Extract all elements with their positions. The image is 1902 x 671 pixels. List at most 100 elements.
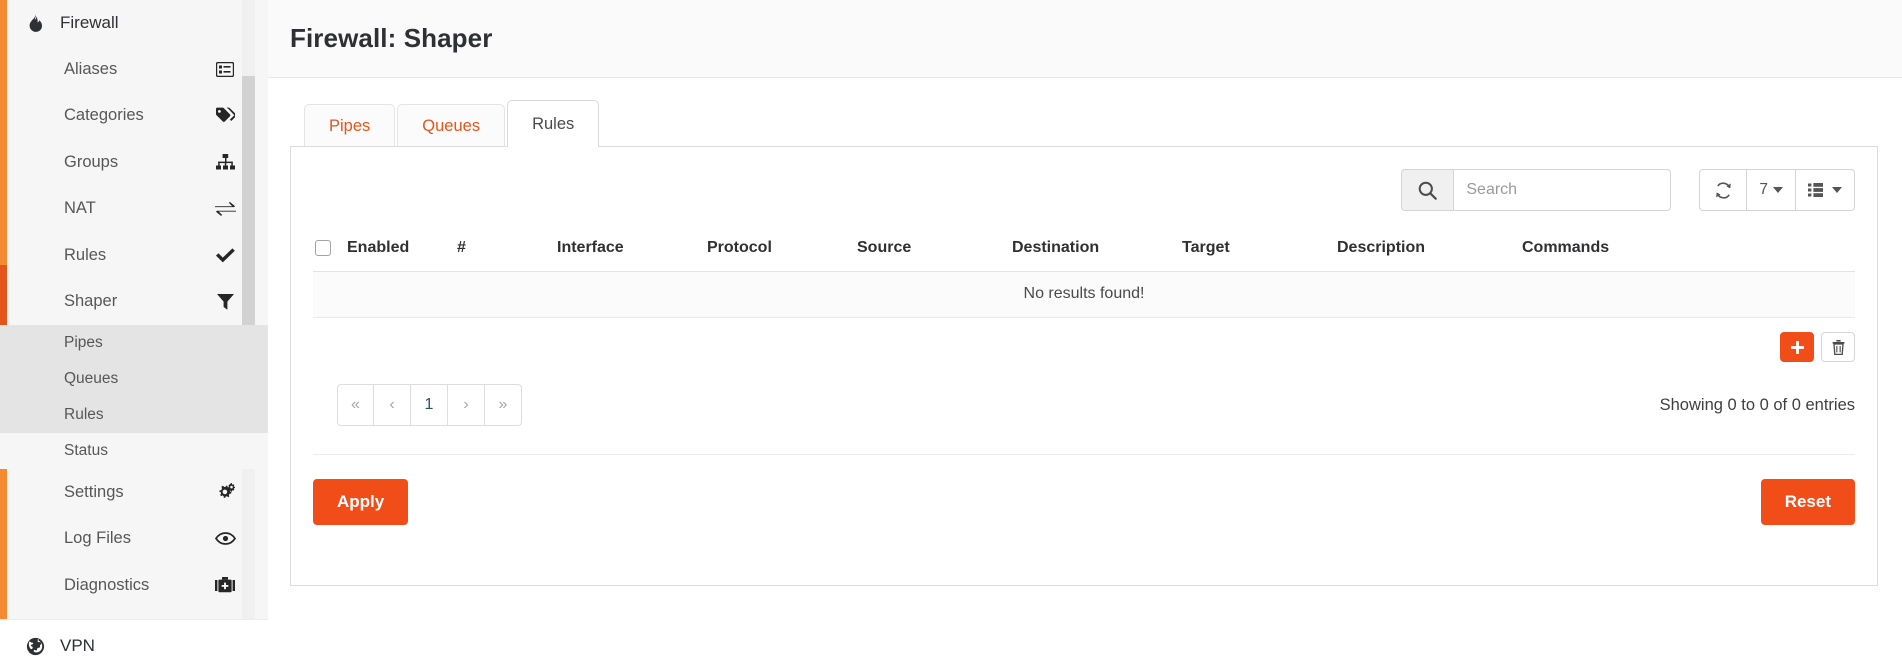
table-header-row: Enabled # Interface Protocol Source Dest… bbox=[313, 231, 1855, 272]
pagination: « ‹ 1 › » bbox=[337, 384, 522, 426]
column-visibility-dropdown[interactable] bbox=[1796, 169, 1855, 211]
delete-selected-button[interactable] bbox=[1821, 332, 1855, 362]
sidebar-subitem-label: Pipes bbox=[64, 334, 103, 352]
rules-panel: 7 bbox=[290, 146, 1878, 586]
sidebar-subitem-rules[interactable]: Rules bbox=[0, 397, 268, 433]
rules-table-head: Enabled # Interface Protocol Source Dest… bbox=[313, 231, 1855, 272]
sidebar-item-label: Groups bbox=[64, 153, 118, 172]
fire-icon bbox=[22, 12, 48, 34]
col-commands: Commands bbox=[1522, 231, 1855, 272]
tab-label: Pipes bbox=[329, 117, 370, 136]
sidebar-item-label: Rules bbox=[64, 246, 106, 265]
sidebar-item-settings[interactable]: Settings bbox=[0, 469, 268, 516]
sidebar-item-rules[interactable]: Rules bbox=[0, 232, 268, 279]
sidebar-item-label: Categories bbox=[64, 106, 144, 125]
trash-icon bbox=[1832, 340, 1845, 355]
sidebar-item-label: NAT bbox=[64, 199, 96, 218]
page-header: Firewall: Shaper bbox=[268, 0, 1902, 78]
col-description[interactable]: Description bbox=[1337, 231, 1522, 272]
tab-pipes[interactable]: Pipes bbox=[304, 104, 395, 147]
chevron-down-icon bbox=[1773, 187, 1783, 193]
footer-actions: Apply Reset bbox=[313, 455, 1855, 525]
reset-button[interactable]: Reset bbox=[1761, 479, 1855, 525]
rules-table-body: No results found! bbox=[313, 272, 1855, 318]
col-source[interactable]: Source bbox=[857, 231, 1012, 272]
tab-queues[interactable]: Queues bbox=[397, 104, 505, 147]
apply-button[interactable]: Apply bbox=[313, 479, 408, 525]
col-number[interactable]: # bbox=[457, 231, 557, 272]
sidebar-subitem-status[interactable]: Status bbox=[0, 433, 268, 469]
sidebar-subitem-label: Status bbox=[64, 442, 108, 460]
sidebar-subitem-label: Queues bbox=[64, 370, 118, 388]
sidebar-subitem-queues[interactable]: Queues bbox=[0, 361, 268, 397]
sidebar-group-vpn[interactable]: VPN bbox=[0, 620, 268, 671]
page-size-value: 7 bbox=[1759, 181, 1768, 199]
showing-entries-text: Showing 0 to 0 of 0 entries bbox=[1660, 396, 1855, 415]
content-area: Firewall: Shaper Pipes Queues Rules bbox=[268, 0, 1902, 671]
add-rule-button[interactable] bbox=[1780, 332, 1814, 362]
pagination-page-1[interactable]: 1 bbox=[411, 384, 448, 426]
refresh-icon[interactable] bbox=[1699, 169, 1747, 211]
sidebar-item-label: Diagnostics bbox=[64, 576, 149, 595]
sidebar: Firewall Aliases Categories Groups bbox=[0, 0, 268, 671]
table-controls-group: 7 bbox=[1699, 169, 1855, 211]
tab-bar: Pipes Queues Rules bbox=[290, 100, 1878, 147]
medkit-icon bbox=[214, 575, 236, 595]
sidebar-item-diagnostics[interactable]: Diagnostics bbox=[0, 562, 268, 609]
plus-icon bbox=[1791, 341, 1804, 354]
panel-wrapper: Pipes Queues Rules bbox=[268, 78, 1902, 586]
exchange-icon bbox=[214, 199, 236, 219]
app-root: Firewall Aliases Categories Groups bbox=[0, 0, 1902, 671]
sidebar-item-aliases[interactable]: Aliases bbox=[0, 46, 268, 93]
col-interface[interactable]: Interface bbox=[557, 231, 707, 272]
tab-rules[interactable]: Rules bbox=[507, 100, 599, 147]
gears-icon bbox=[214, 482, 236, 502]
empty-message: No results found! bbox=[313, 272, 1855, 318]
pagination-last[interactable]: » bbox=[485, 384, 522, 426]
sitemap-icon bbox=[214, 152, 236, 172]
search-input[interactable] bbox=[1453, 169, 1671, 211]
sidebar-item-label: Log Files bbox=[64, 529, 131, 548]
search-group bbox=[1401, 169, 1671, 211]
sidebar-group-label: VPN bbox=[60, 636, 95, 656]
tab-label: Queues bbox=[422, 117, 480, 136]
sidebar-item-shaper[interactable]: Shaper bbox=[0, 279, 268, 326]
sidebar-subgroup-shaper: Pipes Queues Rules bbox=[0, 325, 268, 433]
sidebar-subitem-label: Rules bbox=[64, 406, 104, 424]
pagination-first[interactable]: « bbox=[337, 384, 374, 426]
pagination-next[interactable]: › bbox=[448, 384, 485, 426]
sidebar-item-log-files[interactable]: Log Files bbox=[0, 516, 268, 563]
columns-list-icon bbox=[1808, 183, 1827, 197]
sidebar-item-label: Shaper bbox=[64, 292, 117, 311]
col-destination[interactable]: Destination bbox=[1012, 231, 1182, 272]
sidebar-group-firewall[interactable]: Firewall bbox=[0, 0, 268, 46]
chevron-down-icon bbox=[1832, 187, 1842, 193]
search-icon[interactable] bbox=[1401, 169, 1453, 211]
select-all-checkbox[interactable] bbox=[315, 240, 331, 256]
globe-icon bbox=[22, 635, 48, 657]
sidebar-scroll-area: Firewall Aliases Categories Groups bbox=[0, 0, 268, 619]
sidebar-item-groups[interactable]: Groups bbox=[0, 139, 268, 186]
col-enabled[interactable]: Enabled bbox=[347, 231, 457, 272]
tags-icon bbox=[214, 106, 236, 126]
select-all-cell bbox=[313, 231, 347, 272]
sidebar-footer: VPN bbox=[0, 619, 268, 671]
col-target[interactable]: Target bbox=[1182, 231, 1337, 272]
pagination-prev[interactable]: ‹ bbox=[374, 384, 411, 426]
sidebar-item-label: Aliases bbox=[64, 60, 117, 79]
sidebar-subitem-pipes[interactable]: Pipes bbox=[0, 325, 268, 361]
table-row-actions bbox=[313, 332, 1855, 362]
col-protocol[interactable]: Protocol bbox=[707, 231, 857, 272]
eye-icon bbox=[214, 529, 236, 549]
pagination-row: « ‹ 1 › » Showing 0 to 0 of 0 entries bbox=[313, 384, 1855, 426]
sidebar-item-label: Settings bbox=[64, 483, 124, 502]
empty-row: No results found! bbox=[313, 272, 1855, 318]
page-title: Firewall: Shaper bbox=[290, 23, 492, 54]
sidebar-item-nat[interactable]: NAT bbox=[0, 186, 268, 233]
rules-table: Enabled # Interface Protocol Source Dest… bbox=[313, 231, 1855, 318]
list-alt-icon bbox=[214, 59, 236, 79]
sidebar-item-categories[interactable]: Categories bbox=[0, 93, 268, 140]
page-size-dropdown[interactable]: 7 bbox=[1747, 169, 1796, 211]
table-toolbar: 7 bbox=[313, 147, 1855, 211]
filter-icon bbox=[214, 292, 236, 312]
